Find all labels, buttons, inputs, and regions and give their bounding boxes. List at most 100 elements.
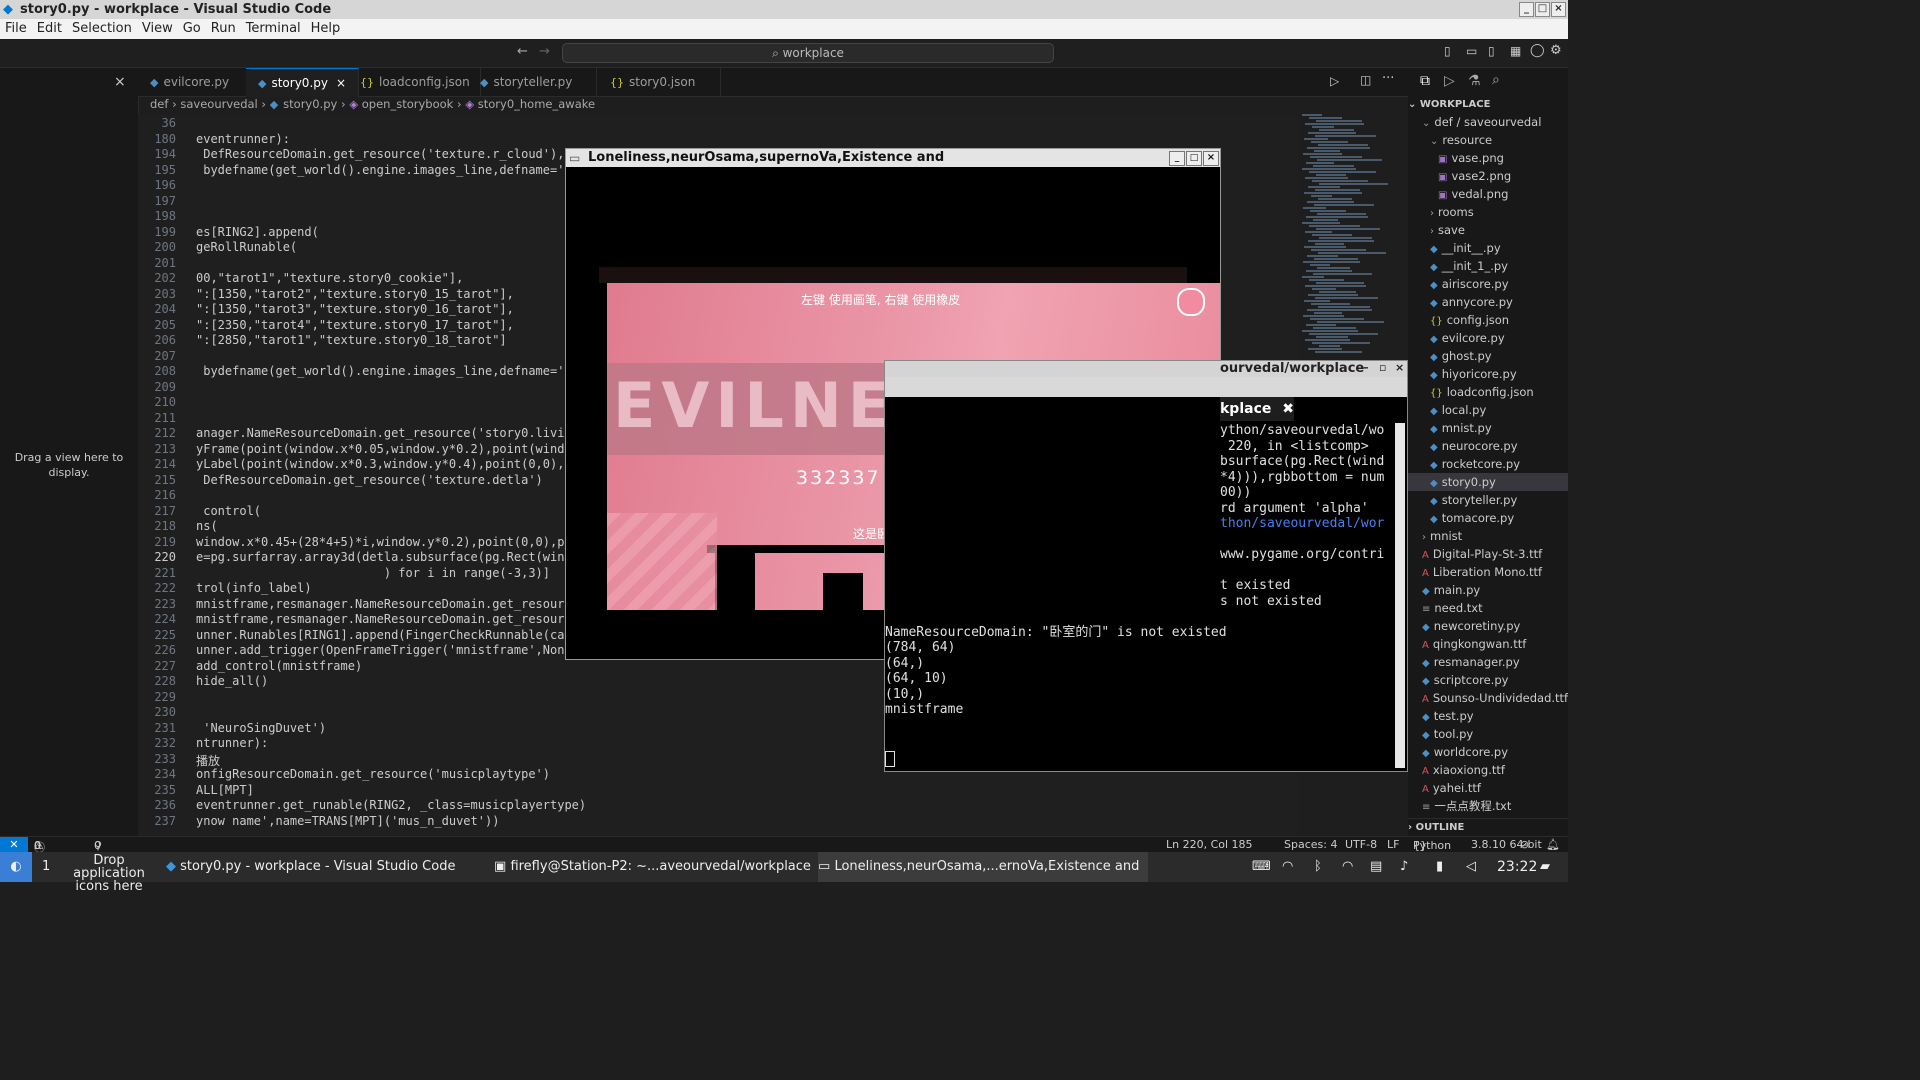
menu-help[interactable]: Help [306,19,346,36]
explorer-item[interactable]: Axiaoxiong.ttf [1408,761,1568,779]
terminal-window[interactable]: ourvedal/workplace – ▫ × kplace ✖ ython/… [884,360,1408,772]
breadcrumb-file[interactable]: story0.py [283,97,337,111]
explorer-item[interactable]: Aqingkongwan.ttf [1408,635,1568,653]
more-actions-icon[interactable]: ··· [1382,71,1394,86]
tab-story0-json[interactable]: {} story0.json [598,68,721,96]
explorer-item[interactable]: {} loadconfig.json [1408,383,1568,401]
task-game[interactable]: ▭ Loneliness,neurOsama,...ernoVa,Existen… [818,852,1148,882]
explorer-item[interactable]: › rooms [1408,203,1568,221]
maximize-button[interactable]: □ [1535,2,1550,17]
code-line[interactable]: ns( [196,519,218,533]
bluetooth-icon[interactable]: ᛒ [1314,852,1322,882]
notifications-bell-icon[interactable]: 🔔︎ [1546,838,1560,851]
code-line[interactable]: ntrunner): [196,736,268,750]
account-icon[interactable]: ◯ [1530,43,1545,58]
menu-run[interactable]: Run [206,19,241,36]
task-vscode[interactable]: ◆ story0.py - workplace - Visual Studio … [166,852,486,882]
close-panel-icon[interactable]: × [114,74,126,90]
line-ending[interactable]: LF [1387,838,1399,851]
volume-icon[interactable]: ♪ [1400,852,1408,882]
tray-app-icon[interactable]: ▤ [1370,852,1382,882]
breadcrumb-def[interactable]: def [150,97,168,111]
code-line[interactable]: trol(info_label) [196,581,312,595]
terminal-tab[interactable]: kplace ✖ [1220,397,1294,421]
network-icon[interactable]: ◠ [1342,852,1353,882]
menu-selection[interactable]: Selection [67,19,137,36]
code-line[interactable]: yFrame(point(window.x*0.05,window.y*0.2)… [196,442,593,456]
terminal-output[interactable]: ython/saveourvedal/wo 220, in <listcomp>… [885,423,1395,718]
copilot-icon[interactable]: ⊘ [1520,838,1529,851]
explorer-item[interactable]: ⌄ resource [1408,131,1568,149]
breadcrumb-story0-home-awake[interactable]: story0_home_awake [478,97,595,111]
close-window-button[interactable]: × [1551,2,1566,17]
command-center-search[interactable]: ⌕ workplace [562,43,1054,63]
explorer-item[interactable]: ◆ airiscore.py [1408,275,1568,293]
explorer-item[interactable]: ◆ ghost.py [1408,347,1568,365]
code-line[interactable]: unner.Runables[RING1].append(FingerCheck… [196,628,593,642]
workspace-header[interactable]: ⌄ WORKPLACE [1408,96,1568,114]
code-line[interactable]: DefResourceDomain.get_resource('texture.… [196,473,543,487]
code-line[interactable]: 'NeuroSingDuvet') [196,721,326,735]
tab-loadconfig[interactable]: {} loadconfig.json [348,68,481,96]
menu-view[interactable]: View [137,19,178,36]
explorer-item[interactable]: A Sounso-Undividedad.ttf [1408,689,1568,707]
settings-gear-icon[interactable]: ⚙ [1550,43,1562,58]
remote-indicator-icon[interactable]: ✕ [0,837,28,853]
testing-flask-icon[interactable]: ⚗ [1468,73,1481,89]
keyboard-icon[interactable]: ⌨ [1252,852,1271,882]
close-tab-icon[interactable]: × [336,76,346,90]
code-line[interactable]: ":[1350,"tarot3","texture.story0_16_taro… [196,302,514,316]
explorer-item[interactable]: ◆ rocketcore.py [1408,455,1568,473]
explorer-item[interactable]: ◆ __init__.py [1408,239,1568,257]
volume-mute-icon[interactable]: ◁ [1466,852,1476,882]
explorer-item[interactable]: ◆ main.py [1408,581,1568,599]
toggle-secondary-sidebar-icon[interactable]: ▯ [1488,44,1495,58]
code-line[interactable]: bydefname(get_world().engine.images_line… [196,364,593,378]
code-line[interactable]: yLabel(point(window.x*0.3,window.y*0.4),… [196,457,593,471]
explorer-item[interactable]: ≡ need.txt [1408,599,1568,617]
run-debug-icon[interactable]: ▷ [1444,73,1455,89]
code-line[interactable]: es[RING2].append( [196,225,319,239]
code-line[interactable]: 播放 [196,752,220,769]
code-line[interactable]: mnistframe,resmanager.NameResourceDomain… [196,597,601,611]
customize-layout-icon[interactable]: ▦ [1510,44,1521,58]
code-line[interactable]: onfigResourceDomain.get_resource('musicp… [196,767,550,781]
terminal-maximize-button[interactable]: ▫ [1379,361,1386,374]
terminal-minimize-button[interactable]: – [1363,361,1369,374]
game-close-button[interactable]: × [1203,151,1219,166]
forward-arrow-icon[interactable]: → [539,44,550,59]
explorer-item[interactable]: ◆ story0.py [1408,473,1568,491]
tab-evilcore[interactable]: ◆ evilcore.py [138,68,259,96]
indentation[interactable]: Spaces: 4 [1284,838,1337,851]
terminal-scrollbar[interactable] [1395,423,1405,768]
terminal-tab-close-icon[interactable]: ✖ [1282,401,1294,417]
explorer-item[interactable]: ≡ 一点点教程.txt [1408,797,1568,815]
start-menu-icon[interactable]: ◐ [0,852,32,882]
explorer-item[interactable]: ◆ local.py [1408,401,1568,419]
game-maximize-button[interactable]: □ [1186,151,1202,166]
explorer-item[interactable]: ◆ storyteller.py [1408,491,1568,509]
explorer-item[interactable]: A Liberation Mono.ttf [1408,563,1568,581]
minimize-button[interactable]: _ [1519,2,1534,17]
explorer-item[interactable]: Ayahei.ttf [1408,779,1568,797]
explorer-icon[interactable]: ⧉ [1420,73,1430,89]
menu-edit[interactable]: Edit [32,19,67,36]
python-interpreter[interactable]: 3.8.10 64-bit [1471,838,1542,851]
explorer-item[interactable]: ◆ resmanager.py [1408,653,1568,671]
code-line[interactable]: window.x*0.45+(28*4+5)*i,window.y*0.2),p… [196,535,593,549]
game-minimize-button[interactable]: _ [1169,151,1185,166]
explorer-item[interactable]: ◆ mnist.py [1408,419,1568,437]
code-line[interactable]: e=pg.surfarray.array3d(detla.subsurface(… [196,550,586,564]
code-line[interactable]: eventrunner): [196,132,290,146]
explorer-item[interactable]: ⌄ def / saveourvedal [1408,113,1568,131]
code-line[interactable]: control( [196,504,261,518]
run-python-icon[interactable]: ▷ [1330,74,1339,88]
code-line[interactable]: ) for i in range(-3,3)] [196,566,550,580]
explorer-item[interactable]: ◆ __init_1_.py [1408,257,1568,275]
explorer-item[interactable]: ◆ hiyoricore.py [1408,365,1568,383]
terminal-close-button[interactable]: × [1395,361,1404,374]
explorer-item[interactable]: {} config.json [1408,311,1568,329]
menu-go[interactable]: Go [178,19,206,36]
explorer-item[interactable]: ▣ vase.png [1408,149,1568,167]
encoding[interactable]: UTF-8 [1345,838,1377,851]
